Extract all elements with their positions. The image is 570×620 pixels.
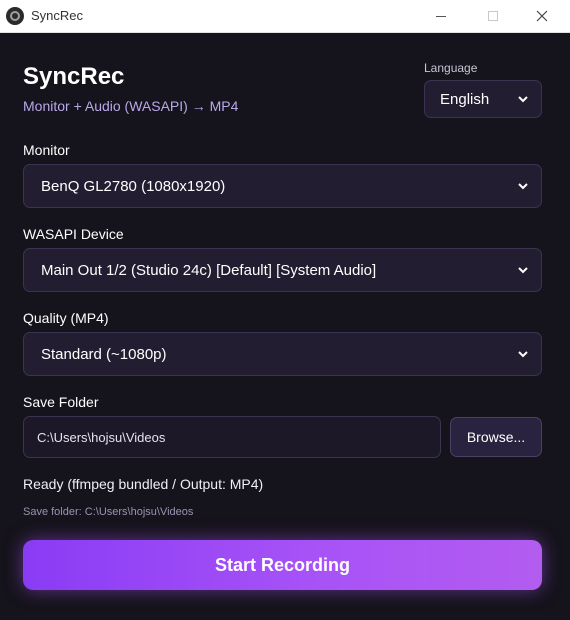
page-subtitle: Monitor + Audio (WASAPI) → MP4: [23, 98, 239, 114]
monitor-select-value: BenQ GL2780 (1080x1920): [41, 177, 226, 195]
language-select[interactable]: English: [424, 80, 542, 118]
title-bar: SyncRec: [0, 0, 570, 33]
status-text: Ready (ffmpeg bundled / Output: MP4): [23, 476, 264, 492]
window-title: SyncRec: [31, 8, 84, 23]
main-panel: SyncRec Monitor + Audio (WASAPI) → MP4 L…: [0, 33, 570, 620]
quality-label: Quality (MP4): [23, 310, 109, 326]
device-label: WASAPI Device: [23, 226, 124, 242]
language-label: Language: [424, 61, 478, 75]
chevron-down-icon: [518, 267, 528, 274]
start-recording-button[interactable]: Start Recording: [23, 540, 542, 590]
monitor-label: Monitor: [23, 142, 70, 158]
save-folder-status: Save folder: C:\Users\hojsu\Videos: [23, 506, 194, 518]
quality-select[interactable]: Standard (~1080p): [23, 332, 542, 376]
chevron-down-icon: [518, 96, 528, 103]
device-select-value: Main Out 1/2 (Studio 24c) [Default] [Sys…: [41, 261, 377, 279]
device-select[interactable]: Main Out 1/2 (Studio 24c) [Default] [Sys…: [23, 248, 542, 292]
language-select-value: English: [440, 90, 490, 108]
minimize-button[interactable]: [418, 0, 464, 32]
maximize-icon: [488, 11, 498, 21]
maximize-button[interactable]: [470, 0, 516, 32]
save-folder-input[interactable]: C:\Users\hojsu\Videos: [23, 416, 441, 458]
browse-button[interactable]: Browse...: [450, 417, 542, 457]
page-title: SyncRec: [23, 63, 125, 90]
close-button[interactable]: [519, 0, 565, 32]
app-logo-icon: [6, 7, 24, 25]
close-icon: [536, 10, 548, 22]
chevron-down-icon: [518, 351, 528, 358]
save-folder-label: Save Folder: [23, 394, 99, 410]
monitor-select[interactable]: BenQ GL2780 (1080x1920): [23, 164, 542, 208]
minimize-icon: [436, 15, 446, 17]
chevron-down-icon: [518, 183, 528, 190]
quality-select-value: Standard (~1080p): [41, 345, 167, 363]
